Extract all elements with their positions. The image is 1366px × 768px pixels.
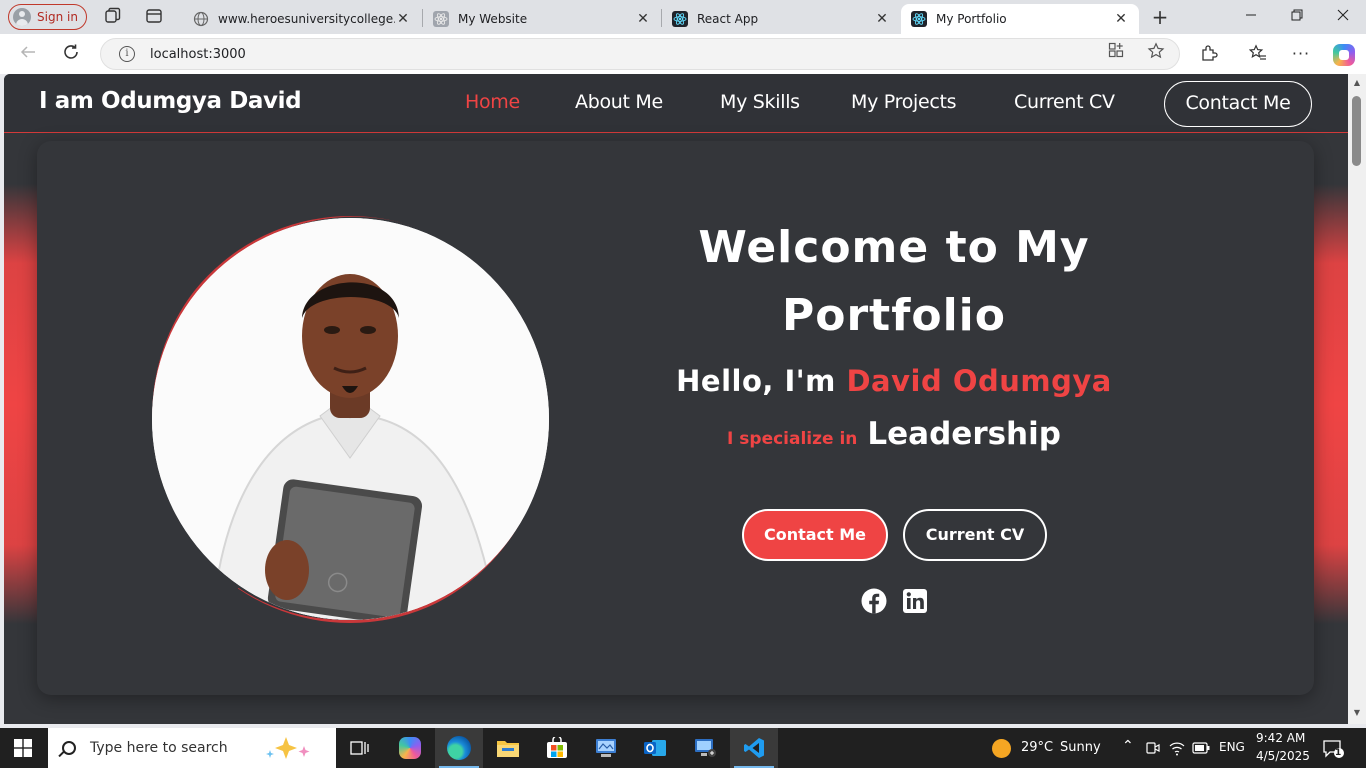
browser-toolbar: i localhost:3000 ··· (0, 34, 1366, 74)
nav-my-skills[interactable]: My Skills (720, 91, 800, 113)
react-icon (672, 11, 688, 27)
file-explorer-icon[interactable] (484, 728, 532, 768)
clock-date[interactable]: 4/5/2025 (1256, 749, 1310, 763)
clock-time[interactable]: 9:42 AM (1256, 731, 1305, 745)
tab-title: www.heroesuniversitycollege.com (218, 12, 395, 26)
react-icon (911, 11, 927, 27)
linkedin-icon[interactable] (902, 588, 928, 614)
vs-code-icon[interactable] (730, 728, 778, 768)
show-hidden-icons-icon[interactable]: ⌃ (1122, 738, 1134, 754)
page-scrollbar[interactable]: ▲ ▼ (1348, 74, 1366, 724)
battery-icon[interactable] (1192, 742, 1210, 754)
task-view-icon[interactable] (336, 728, 384, 768)
wifi-icon[interactable] (1169, 740, 1185, 756)
back-icon[interactable] (17, 43, 39, 65)
greeting-prefix: Hello, I'm (676, 364, 847, 398)
edge-browser-icon[interactable] (435, 728, 483, 768)
windows-start-icon[interactable] (14, 739, 32, 757)
browser-tab[interactable]: My Website ✕ (423, 4, 661, 34)
weather-sun-icon[interactable] (992, 739, 1011, 758)
sign-in-label: Sign in (37, 10, 78, 24)
hero-specialty: I specialize in Leadership (624, 416, 1164, 452)
search-placeholder: Type here to search (90, 740, 228, 756)
close-tab-icon[interactable]: ✕ (395, 11, 411, 27)
browser-tab-strip: Sign in www.heroesuniversitycollege.com … (0, 0, 1366, 34)
close-tab-icon[interactable]: ✕ (635, 11, 651, 27)
nav-contact-button[interactable]: Contact Me (1164, 81, 1312, 127)
hero-title: Welcome to My Portfolio (698, 222, 1090, 341)
page-viewport: I am Odumgya David Home About Me My Skil… (4, 74, 1348, 724)
close-tab-icon[interactable]: ✕ (874, 11, 890, 27)
browser-tab[interactable]: React App ✕ (662, 4, 900, 34)
tab-title: My Portfolio (936, 12, 1007, 26)
site-navbar: I am Odumgya David Home About Me My Skil… (4, 74, 1348, 133)
site-info-icon[interactable]: i (119, 46, 135, 62)
notification-count: 1 (1335, 748, 1342, 758)
search-highlight-icon (266, 737, 310, 759)
remote-desktop-icon[interactable] (681, 728, 729, 768)
scroll-up-icon[interactable]: ▲ (1348, 76, 1366, 90)
windows-taskbar: Type here to search 29°C Sunny ⌃ ENG 9:4… (0, 728, 1366, 768)
copilot-taskbar-icon[interactable] (386, 728, 434, 768)
hero-greeting: Hello, I'm David Odumgya (624, 364, 1164, 398)
nav-about-me[interactable]: About Me (575, 91, 663, 113)
control-panel-icon[interactable] (582, 728, 630, 768)
favorites-icon[interactable] (1248, 44, 1268, 64)
nav-home[interactable]: Home (465, 91, 520, 113)
hero-content: Welcome to My Portfolio Hello, I'm David… (624, 214, 1164, 452)
browser-tab[interactable]: www.heroesuniversitycollege.com ✕ (183, 4, 421, 34)
current-cv-button[interactable]: Current CV (903, 509, 1047, 561)
search-icon (62, 741, 76, 755)
hero-name: David Odumgya (846, 364, 1112, 398)
tab-actions-icon[interactable] (144, 7, 164, 27)
scrollbar-thumb[interactable] (1352, 96, 1361, 166)
address-bar[interactable]: i localhost:3000 (100, 38, 1180, 70)
site-brand[interactable]: I am Odumgya David (39, 88, 302, 114)
weather-description[interactable]: Sunny (1060, 740, 1101, 755)
tab-title: React App (697, 12, 759, 26)
browser-tab-active[interactable]: My Portfolio ✕ (901, 4, 1139, 34)
close-window-icon[interactable] (1320, 0, 1366, 34)
close-tab-icon[interactable]: ✕ (1113, 11, 1129, 27)
hero-glow-right (1308, 184, 1348, 624)
globe-icon (193, 11, 209, 27)
address-url: localhost:3000 (150, 46, 246, 62)
specialty-text: Leadership (867, 416, 1061, 452)
extensions-icon[interactable] (1199, 44, 1219, 64)
microsoft-store-icon[interactable] (533, 728, 581, 768)
nav-current-cv[interactable]: Current CV (1014, 91, 1115, 113)
more-options-icon[interactable]: ··· (1291, 44, 1311, 64)
contact-me-button[interactable]: Contact Me (742, 509, 888, 561)
restore-icon[interactable] (1274, 0, 1320, 34)
react-icon (433, 11, 449, 27)
outlook-icon[interactable] (631, 728, 679, 768)
favorite-star-icon[interactable] (1147, 42, 1165, 60)
refresh-icon[interactable] (60, 43, 82, 65)
profile-avatar-icon (13, 8, 31, 26)
profile-photo (152, 218, 549, 620)
nav-my-projects[interactable]: My Projects (851, 91, 957, 113)
scroll-down-icon[interactable]: ▼ (1348, 706, 1366, 720)
weather-temperature[interactable]: 29°C (1021, 740, 1053, 755)
workspaces-icon[interactable] (103, 7, 123, 27)
tab-title: My Website (458, 12, 528, 26)
sign-in-button[interactable]: Sign in (8, 4, 87, 30)
specialize-label: I specialize in (727, 429, 858, 449)
input-language[interactable]: ENG (1219, 740, 1245, 754)
new-tab-button[interactable]: + (1150, 7, 1170, 27)
meet-now-icon[interactable] (1146, 740, 1160, 756)
minimize-icon[interactable] (1228, 0, 1274, 34)
facebook-icon[interactable] (861, 588, 887, 614)
app-available-icon[interactable] (1107, 42, 1125, 60)
copilot-icon[interactable] (1333, 44, 1355, 66)
taskbar-search[interactable]: Type here to search (48, 728, 336, 768)
